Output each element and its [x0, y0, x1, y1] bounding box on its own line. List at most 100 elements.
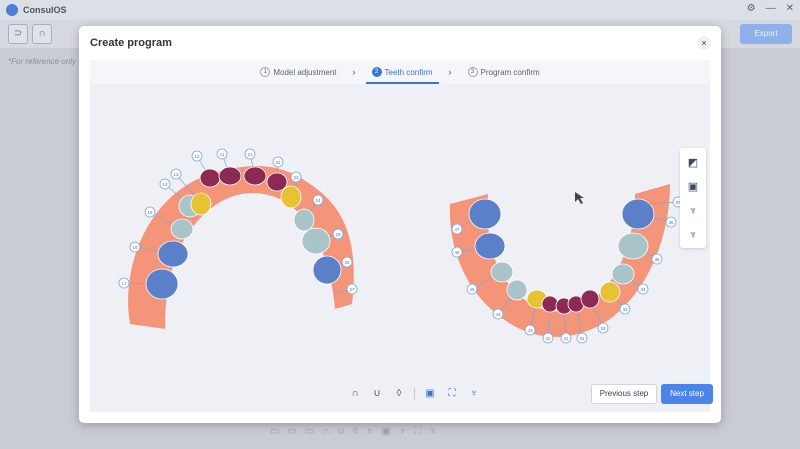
side-tool-panel: ◩ ▣ ♆ ♆	[680, 148, 706, 248]
step-indicator: 1 Model adjustment › 2 Teeth confirm › 3…	[90, 60, 710, 84]
fit-view-icon[interactable]: ⛶	[445, 387, 459, 401]
arch-icon: ∩	[38, 28, 46, 39]
upper-tooth-16[interactable]	[157, 240, 189, 268]
upper-tooth-23[interactable]	[280, 185, 302, 209]
upper-tooth-17[interactable]	[145, 268, 179, 300]
tooth-number-label: 47	[454, 227, 460, 232]
tooth-icon-d[interactable]: ♆	[429, 426, 437, 437]
step-teeth-confirm[interactable]: 2 Teeth confirm	[365, 60, 439, 84]
upper-tooth-11[interactable]	[218, 166, 242, 186]
upper-tooth-26[interactable]	[312, 255, 342, 285]
tool-icon-a[interactable]: ▭	[270, 426, 279, 437]
lower-tooth-32[interactable]	[580, 289, 600, 309]
dental-arches-view: 17 16 15 14 13 12 11 21 22 23 24 25 26 27 47 46 45 44 43 4…	[118, 148, 684, 344]
edit-icon[interactable]: ◩	[686, 156, 700, 170]
fit-icon[interactable]: ⛶	[414, 426, 421, 437]
toolbar-tool-1[interactable]: ⊃	[8, 24, 28, 44]
close-dialog-button[interactable]: ×	[697, 36, 711, 50]
tooth-icon-c[interactable]: ♆	[399, 426, 407, 437]
tooth-number-label: 27	[349, 287, 355, 292]
upper-tooth-25[interactable]	[301, 227, 331, 255]
step-number: 3	[467, 67, 478, 77]
tooth-number-label: 15	[147, 210, 153, 215]
tooth-icon-a[interactable]: ♆	[366, 426, 374, 437]
step-label: Model adjustment	[273, 67, 337, 77]
tooth-number-label: 26	[344, 260, 350, 265]
tooth-number-label: 35	[654, 257, 660, 262]
export-button[interactable]: Export	[740, 24, 792, 44]
lower-tooth-46[interactable]	[474, 232, 506, 260]
step-label: Program confirm	[480, 67, 540, 77]
tooth-number-label: 42	[545, 336, 551, 341]
tooth-number-label: 22	[275, 160, 281, 165]
upper-tooth-13[interactable]	[190, 192, 212, 216]
step-number: 1	[260, 67, 271, 77]
settings-icon[interactable]: ⚙	[747, 3, 756, 14]
tooth-number-label: 32	[600, 326, 606, 331]
previous-step-button[interactable]: Previous step	[591, 384, 657, 404]
flip-icon[interactable]: ◊	[353, 426, 358, 437]
upper-tooth-22[interactable]	[266, 172, 288, 192]
tooth-number-label: 21	[247, 152, 253, 157]
divider	[414, 388, 415, 400]
lower-tooth-44[interactable]	[506, 279, 528, 301]
tool-icon-b[interactable]: ▭	[287, 426, 296, 437]
upper-tooth-21[interactable]	[243, 166, 267, 186]
lower-tooth-45[interactable]	[490, 261, 514, 283]
lower-tooth-33[interactable]	[599, 281, 621, 303]
cursor-icon	[575, 192, 584, 204]
lower-tooth-42[interactable]	[541, 295, 559, 313]
chevron-right-icon: ›	[448, 67, 452, 77]
tooth-number-label: 46	[454, 250, 460, 255]
tooth-number-label: 36	[668, 220, 674, 225]
lower-tooth-35[interactable]	[617, 232, 649, 260]
tooth-add-icon[interactable]: ♆	[686, 204, 700, 218]
tool-icon-c[interactable]: ▭	[305, 426, 314, 437]
lower-tooth-47[interactable]	[468, 198, 502, 230]
teeth-view-icon[interactable]: ♆	[467, 387, 481, 401]
toolbar-tool-2[interactable]: ∩	[32, 24, 52, 44]
dialog-title: Create program	[90, 37, 172, 49]
upper-tooth-15[interactable]	[170, 218, 194, 240]
arrow-icon: ⊃	[13, 28, 23, 39]
tooth-number-label: 33	[622, 307, 628, 312]
upper-tooth-24[interactable]	[293, 208, 315, 232]
comment-icon[interactable]: ▣	[686, 180, 700, 194]
step-model-adjustment[interactable]: 1 Model adjustment	[254, 60, 342, 84]
tooth-number-label: 24	[315, 198, 321, 203]
lower-arch-icon[interactable]: ∪	[338, 426, 345, 437]
tooth-number-label: 44	[495, 312, 501, 317]
3d-viewport[interactable]: 17 16 15 14 13 12 11 21 22 23 24 25 26 27 47 46 45 44 43 4…	[90, 84, 713, 412]
bottom-toolbar: ▭ ▭ ▭ ∩ ∪ ◊ ♆ ▣ ♆ ⛶ ♆	[270, 426, 437, 437]
window-controls: ⚙ — ✕	[747, 3, 794, 14]
create-program-dialog: Create program × 1 Model adjustment › 2 …	[79, 26, 721, 423]
reference-note: *For reference only	[8, 57, 77, 66]
flip-view-icon[interactable]: ◊	[392, 387, 406, 401]
tooth-number-label: 12	[194, 154, 200, 159]
chevron-right-icon: ›	[352, 67, 356, 77]
tooth-remove-icon[interactable]: ♆	[686, 228, 700, 242]
lower-tooth-34[interactable]	[611, 263, 635, 285]
close-window-icon[interactable]: ✕	[786, 3, 794, 14]
tooth-number-label: 25	[335, 232, 341, 237]
upper-arch-icon[interactable]: ∩	[322, 426, 329, 437]
tooth-icon-b[interactable]: ▣	[381, 426, 390, 437]
tooth-number-label: 14	[162, 182, 168, 187]
tooth-number-label: 17	[121, 281, 127, 286]
step-number: 2	[371, 67, 382, 77]
upper-arch-view-icon[interactable]: ∩	[348, 387, 362, 401]
minimize-icon[interactable]: —	[766, 3, 776, 14]
tooth-number-label: 16	[132, 245, 138, 250]
lower-arch-view-icon[interactable]: ∪	[370, 387, 384, 401]
label-view-icon[interactable]: ▣	[423, 387, 437, 401]
view-toolbar: ∩ ∪ ◊ ▣ ⛶ ♆	[348, 387, 481, 401]
upper-tooth-12[interactable]	[199, 168, 221, 188]
app-logo-icon	[6, 4, 18, 16]
next-step-button[interactable]: Next step	[661, 384, 713, 404]
tooth-number-label: 41	[563, 336, 569, 341]
step-label: Teeth confirm	[384, 67, 433, 77]
step-program-confirm[interactable]: 3 Program confirm	[462, 60, 546, 84]
app-title: ConsulOS	[23, 5, 67, 15]
tooth-number-label: 13	[173, 172, 179, 177]
tooth-number-label: 23	[293, 175, 299, 180]
